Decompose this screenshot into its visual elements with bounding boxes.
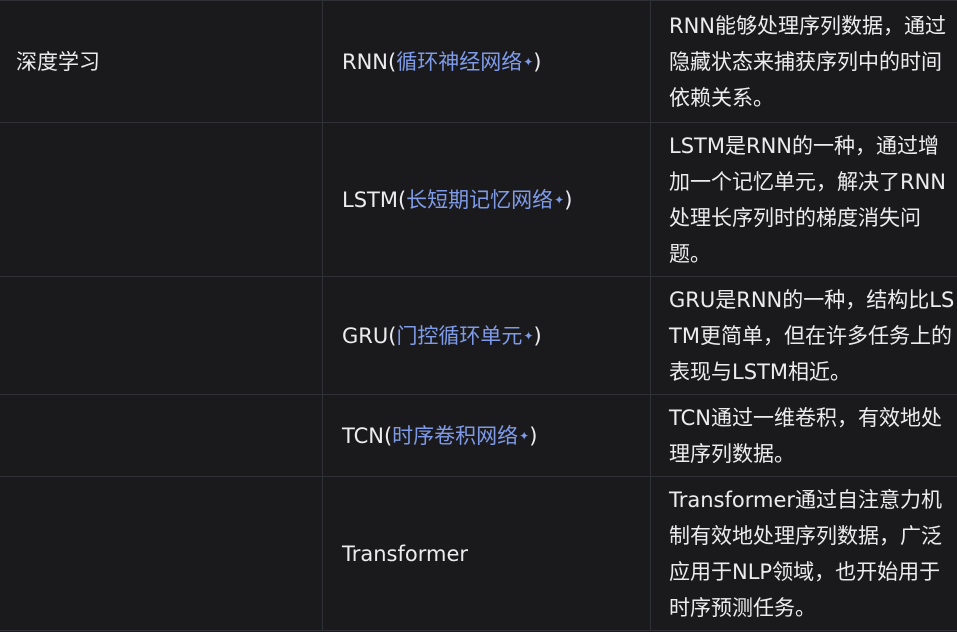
model-suffix: ) bbox=[564, 187, 573, 212]
model-cell: TCN(时序卷积网络 ✦) bbox=[323, 395, 651, 476]
category-cell bbox=[0, 123, 323, 276]
category-cell: 深度学习 bbox=[0, 1, 323, 122]
model-cell: GRU(门控循环单元 ✦) bbox=[323, 277, 651, 394]
table-row: 深度学习 RNN(循环神经网络 ✦) RNN能够处理序列数据，通过隐藏状态来捕获序… bbox=[0, 1, 957, 123]
table-row: GRU(门控循环单元 ✦) GRU是RNN的一种，结构比LSTM更简单，但在许多任… bbox=[0, 277, 957, 395]
description-cell: GRU是RNN的一种，结构比LSTM更简单，但在许多任务上的表现与LSTM相近。 bbox=[669, 287, 955, 384]
model-name: TCN( bbox=[342, 423, 393, 448]
model-suffix: ) bbox=[529, 423, 538, 448]
model-cell: RNN(循环神经网络 ✦) bbox=[323, 1, 651, 122]
model-cell: Transformer bbox=[323, 477, 651, 630]
model-cell: LSTM(长短期记忆网络 ✦) bbox=[323, 123, 651, 276]
table-row: Transformer Transformer通过自注意力机制有效地处理序列数据… bbox=[0, 477, 957, 631]
table-row: LSTM(长短期记忆网络 ✦) LSTM是RNN的一种，通过增加一个记忆单元，解决… bbox=[0, 123, 957, 277]
model-name: Transformer bbox=[342, 541, 469, 566]
model-table: 深度学习 RNN(循环神经网络 ✦) RNN能够处理序列数据，通过隐藏状态来捕获序… bbox=[0, 0, 957, 631]
description-cell: TCN通过一维卷积，有效地处理序列数据。 bbox=[669, 405, 942, 466]
description-cell: RNN能够处理序列数据，通过隐藏状态来捕获序列中的时间依赖关系。 bbox=[669, 13, 947, 110]
model-name: RNN( bbox=[342, 49, 397, 74]
model-name: LSTM( bbox=[342, 187, 407, 212]
description-cell: Transformer通过自注意力机制有效地处理序列数据，广泛应用于NLP领域，… bbox=[669, 487, 943, 620]
model-suffix: ) bbox=[533, 323, 542, 348]
category-cell bbox=[0, 277, 323, 394]
model-link[interactable]: 门控循环单元 bbox=[396, 318, 522, 354]
model-link[interactable]: 长短期记忆网络 bbox=[406, 182, 553, 218]
model-suffix: ) bbox=[533, 49, 542, 74]
category-cell bbox=[0, 395, 323, 476]
category-cell bbox=[0, 477, 323, 630]
model-link[interactable]: 循环神经网络 bbox=[396, 44, 522, 80]
description-cell: LSTM是RNN的一种，通过增加一个记忆单元，解决了RNN处理长序列时的梯度消失… bbox=[669, 133, 947, 266]
model-link[interactable]: 时序卷积网络 bbox=[392, 418, 518, 454]
model-name: GRU( bbox=[342, 323, 397, 348]
table-row: TCN(时序卷积网络 ✦) TCN通过一维卷积，有效地处理序列数据。 bbox=[0, 395, 957, 477]
